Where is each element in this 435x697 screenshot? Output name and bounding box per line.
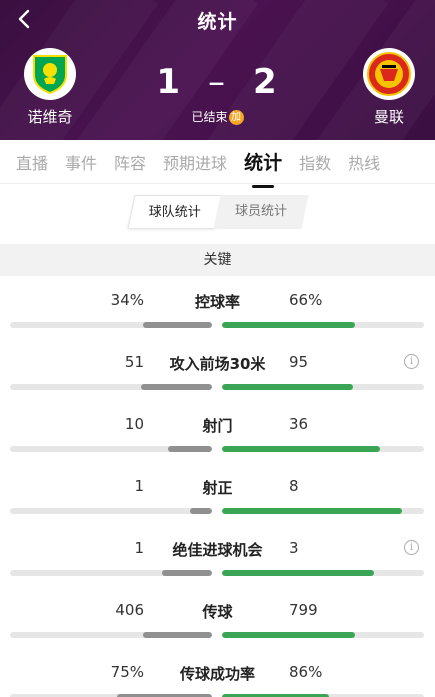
- home-stat-value: 10: [124, 415, 144, 433]
- tab-live[interactable]: 直播: [16, 150, 48, 174]
- stat-row: 34% 控球率 66%: [0, 276, 435, 338]
- home-stat-bar: [10, 508, 212, 514]
- stat-label: 控球率: [194, 293, 240, 311]
- match-header: 统计 诺维奇 1–2 已结束加 曼联: [0, 0, 435, 140]
- stat-row: 406 传球 799: [0, 586, 435, 648]
- away-stat-bar-fill: [222, 446, 380, 452]
- home-stat-value: 34%: [110, 291, 144, 309]
- home-stat-value: 75%: [110, 663, 144, 681]
- stat-label: 传球: [202, 603, 233, 621]
- away-stat-value: 86%: [289, 663, 323, 681]
- home-stat-value: 1: [134, 539, 144, 557]
- extra-time-badge: 加: [228, 110, 244, 125]
- tab-stats[interactable]: 统计: [244, 148, 282, 188]
- tab-xg[interactable]: 预期进球: [163, 150, 227, 174]
- tab-odds[interactable]: 指数: [299, 150, 331, 174]
- tab-hotline[interactable]: 热线: [348, 150, 380, 174]
- away-team-name: 曼联: [373, 108, 404, 126]
- away-stat-bar: [222, 632, 424, 638]
- stat-row: 75% 传球成功率 86%: [0, 648, 435, 697]
- away-stat-value: 36: [289, 415, 309, 433]
- stat-label: 射正: [202, 479, 233, 497]
- home-stat-bar-fill: [143, 632, 212, 638]
- player-stats-label: 球员统计: [234, 204, 287, 219]
- home-stat-value: 51: [124, 353, 144, 371]
- info-icon[interactable]: i: [404, 540, 419, 555]
- away-stat-value: 95: [289, 353, 309, 371]
- home-stat-value: 406: [115, 601, 144, 619]
- away-stat-bar: [222, 446, 424, 452]
- home-stat-bar: [10, 446, 212, 452]
- stat-label: 攻入前场30米: [169, 355, 266, 373]
- home-stat-bar: [10, 632, 212, 638]
- home-stat-bar-fill: [143, 322, 212, 328]
- stat-row: 1 绝佳进球机会 3 i: [0, 524, 435, 586]
- away-stat-value: 3: [289, 539, 299, 557]
- stat-label: 射门: [202, 417, 233, 435]
- stat-row: 1 射正 8: [0, 462, 435, 524]
- away-stat-bar: [222, 570, 424, 576]
- home-score: 1: [156, 62, 182, 102]
- home-stat-bar: [10, 384, 212, 390]
- away-stat-value: 8: [289, 477, 299, 495]
- away-stat-bar: [222, 384, 424, 390]
- score-separator: –: [208, 62, 227, 102]
- stat-label: 绝佳进球机会: [172, 541, 263, 559]
- team-stats-button[interactable]: 球队统计: [126, 195, 223, 229]
- player-stats-button[interactable]: 球员统计: [212, 195, 309, 229]
- stat-row: 51 攻入前场30米 95 i: [0, 338, 435, 400]
- tab-bar: 直播 事件 阵容 预期进球 统计 指数 热线: [0, 140, 435, 188]
- away-stat-bar: [222, 322, 424, 328]
- stat-label: 传球成功率: [179, 665, 255, 683]
- home-stat-bar-fill: [161, 570, 212, 576]
- section-header-key: 关键: [0, 244, 435, 276]
- tab-lineup[interactable]: 阵容: [114, 150, 146, 174]
- tab-events[interactable]: 事件: [65, 150, 97, 174]
- away-stat-bar: [222, 508, 424, 514]
- stat-row: 10 射门 36: [0, 400, 435, 462]
- away-stat-bar-fill: [222, 384, 354, 390]
- home-stat-bar: [10, 570, 212, 576]
- match-status-text: 已结束: [191, 110, 228, 124]
- home-stat-value: 1: [134, 477, 144, 495]
- away-stat-value: 66%: [289, 291, 323, 309]
- home-stat-bar-fill: [141, 384, 212, 390]
- home-stat-bar-fill: [167, 446, 212, 452]
- team-stats-label: 球队统计: [148, 205, 201, 220]
- away-score: 2: [253, 62, 279, 102]
- home-stat-bar-fill: [189, 508, 212, 514]
- away-stat-bar-fill: [222, 632, 356, 638]
- away-team[interactable]: 曼联: [349, 48, 429, 127]
- stats-type-switch: 球队统计 球员统计: [0, 184, 435, 240]
- away-stat-bar-fill: [222, 508, 402, 514]
- away-stat-bar-fill: [222, 322, 356, 328]
- stats-list: 34% 控球率 66% 51 攻入前场30米 95 i 10 射门 36 1 射正 8 1 绝佳进球机会 3 i…: [0, 276, 435, 697]
- man-utd-crest-icon: [363, 48, 415, 100]
- info-icon[interactable]: i: [404, 354, 419, 369]
- away-stat-bar-fill: [222, 570, 374, 576]
- home-stat-bar: [10, 322, 212, 328]
- away-stat-value: 799: [289, 601, 318, 619]
- page-title: 统计: [197, 11, 238, 33]
